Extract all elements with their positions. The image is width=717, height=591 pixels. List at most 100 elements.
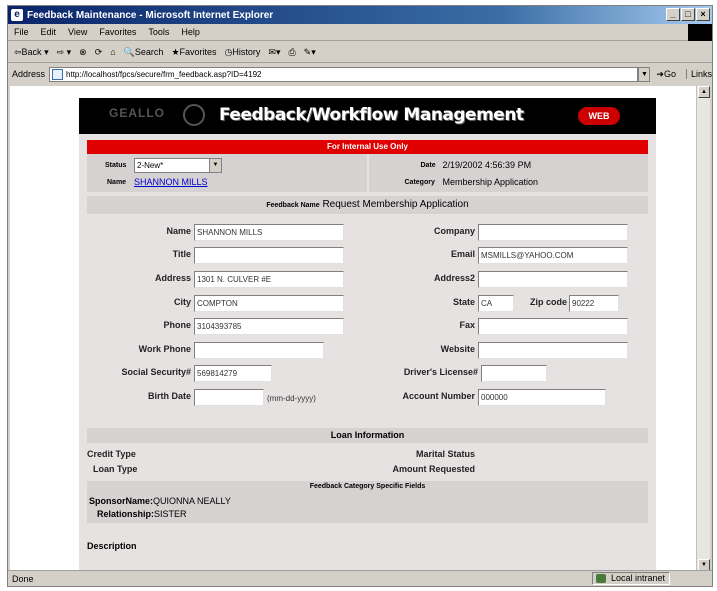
page-viewport: GEALLO Feedback/Workflow Management WEB …	[10, 86, 698, 571]
amount-requested-label: Amount Requested	[392, 464, 475, 474]
category-fields-header: Feedback Category Specific Fields	[309, 483, 426, 490]
refresh-icon[interactable]: ⟳	[95, 47, 103, 58]
title-field-label: Title	[172, 249, 191, 259]
chevron-down-icon[interactable]: ▼	[209, 159, 221, 172]
sponsor-value: QUIONNA NEALLY	[153, 496, 231, 506]
date-label: Date	[420, 162, 436, 169]
home-icon[interactable]: ⌂	[110, 47, 115, 57]
page-icon	[52, 68, 64, 80]
title-field[interactable]	[194, 247, 344, 264]
internal-use-bar: For Internal Use Only	[87, 140, 648, 154]
address-field-label: Address	[154, 273, 191, 283]
browser-window: e Feedback Maintenance - Microsoft Inter…	[7, 5, 713, 587]
work-phone-field[interactable]	[194, 342, 324, 359]
banner-watermark: GEALLO	[109, 106, 165, 120]
zip-field[interactable]: 90222	[569, 295, 619, 312]
feedback-name-label: Feedback Name	[266, 202, 320, 209]
relationship-row: Relationship:SISTER	[97, 509, 187, 519]
phone-field-label: Phone	[163, 320, 191, 330]
links-button[interactable]: Links	[685, 69, 712, 79]
status-text: Done	[12, 573, 34, 584]
banner-circle-icon	[183, 104, 205, 126]
customer-name-link[interactable]: SHANNON MILLS	[134, 177, 208, 187]
account-field[interactable]: 000000	[478, 389, 606, 406]
minimize-button[interactable]: _	[666, 8, 680, 21]
website-field-label: Website	[440, 344, 475, 354]
stop-icon[interactable]: ⊗	[79, 47, 87, 58]
relationship-value: SISTER	[154, 509, 187, 519]
phone-field[interactable]: 3104393785	[194, 318, 344, 335]
banner-title: Feedback/Workflow Management	[219, 105, 524, 125]
company-field[interactable]	[478, 224, 628, 241]
ssn-field[interactable]: 569814279	[194, 365, 272, 382]
ssn-field-label: Social Security#	[121, 367, 191, 377]
favorites-button[interactable]: ★Favorites	[171, 47, 216, 58]
forward-button[interactable]: ⇨ ▾	[57, 47, 72, 58]
brand-logo: WEB	[578, 107, 620, 125]
name-field[interactable]: SHANNON MILLS	[194, 224, 344, 241]
loan-info: Credit Type Loan Type Marital Status Amo…	[87, 443, 648, 481]
fax-field-label: Fax	[459, 320, 475, 330]
license-field[interactable]	[481, 365, 547, 382]
loan-type-label: Loan Type	[93, 464, 138, 474]
work-phone-field-label: Work Phone	[138, 344, 191, 354]
sponsor-label: SponsorName:	[89, 496, 154, 506]
birth-date-field[interactable]	[194, 389, 264, 406]
menu-edit[interactable]: Edit	[41, 27, 57, 37]
menu-bar: File Edit View Favorites Tools Help	[8, 24, 712, 41]
email-field[interactable]: MSMILLS@YAHOO.COM	[478, 247, 628, 264]
license-field-label: Driver's License#	[403, 367, 478, 377]
relationship-label: Relationship:	[97, 509, 155, 519]
credit-type-label: Credit Type	[87, 449, 136, 459]
close-button[interactable]: ×	[696, 8, 710, 21]
vertical-scrollbar[interactable]: ▲ ▼	[696, 86, 710, 571]
security-zone: Local intranet	[592, 572, 671, 585]
email-field-label: Email	[450, 249, 475, 259]
marital-status-label: Marital Status	[415, 449, 475, 459]
print-icon[interactable]: ⎙	[288, 47, 295, 58]
state-field-label: State	[452, 297, 475, 307]
feedback-page: GEALLO Feedback/Workflow Management WEB …	[79, 98, 656, 571]
description-label: Description	[87, 541, 137, 551]
window-title: Feedback Maintenance - Microsoft Interne…	[27, 9, 274, 21]
address-label: Address	[12, 69, 46, 79]
name-field-label: Name	[166, 226, 191, 236]
scroll-up-icon[interactable]: ▲	[698, 86, 710, 98]
menu-help[interactable]: Help	[181, 27, 200, 37]
form-container: For Internal Use Only Status 2-New* ▼ Na…	[87, 140, 648, 553]
history-button[interactable]: ◷History	[225, 47, 261, 58]
menu-tools[interactable]: Tools	[148, 27, 169, 37]
status-bar: Done Local intranet	[8, 570, 712, 586]
status-cell: Status 2-New* ▼ Name SHANNON MILLS	[87, 154, 369, 192]
menu-view[interactable]: View	[68, 27, 87, 37]
back-button[interactable]: ⇦Back ▾	[14, 47, 49, 58]
address2-field[interactable]	[478, 271, 628, 288]
website-field[interactable]	[478, 342, 628, 359]
fax-field[interactable]	[478, 318, 628, 335]
status-select[interactable]: 2-New* ▼	[134, 158, 222, 173]
date-value: 2/19/2002 4:56:39 PM	[442, 160, 532, 170]
zip-field-label: Zip code	[529, 297, 567, 307]
address2-field-label: Address2	[433, 273, 475, 283]
search-button[interactable]: 🔍Search	[124, 47, 164, 58]
address-input[interactable]: http://localhost/fpcs/secure/frm_feedbac…	[49, 66, 639, 82]
category-value: Membership Application	[442, 177, 539, 187]
name-label: Name	[107, 179, 127, 186]
menu-favorites[interactable]: Favorites	[99, 27, 136, 37]
mail-icon[interactable]: ✉▾	[268, 47, 280, 58]
city-field[interactable]: COMPTON	[194, 295, 344, 312]
maximize-button[interactable]: □	[681, 8, 695, 21]
address-bar: Address http://localhost/fpcs/secure/frm…	[8, 64, 712, 84]
windows-logo-icon	[688, 24, 712, 41]
address-dropdown-icon[interactable]: ▼	[638, 66, 651, 82]
category-specific-fields: Feedback Category Specific Fields Sponso…	[87, 481, 648, 523]
address-field[interactable]: 1301 N. CULVER #E	[194, 271, 344, 288]
state-field[interactable]: CA	[478, 295, 514, 312]
menu-file[interactable]: File	[14, 27, 29, 37]
company-field-label: Company	[433, 226, 475, 236]
city-field-label: City	[173, 297, 191, 307]
page-banner: GEALLO Feedback/Workflow Management WEB	[79, 98, 656, 134]
edit-icon[interactable]: ✎▾	[304, 47, 316, 58]
toolbar: ⇦Back ▾ ⇨ ▾ ⊗ ⟳ ⌂ 🔍Search ★Favorites ◷Hi…	[8, 42, 712, 63]
go-button[interactable]: ➜Go	[656, 69, 676, 80]
